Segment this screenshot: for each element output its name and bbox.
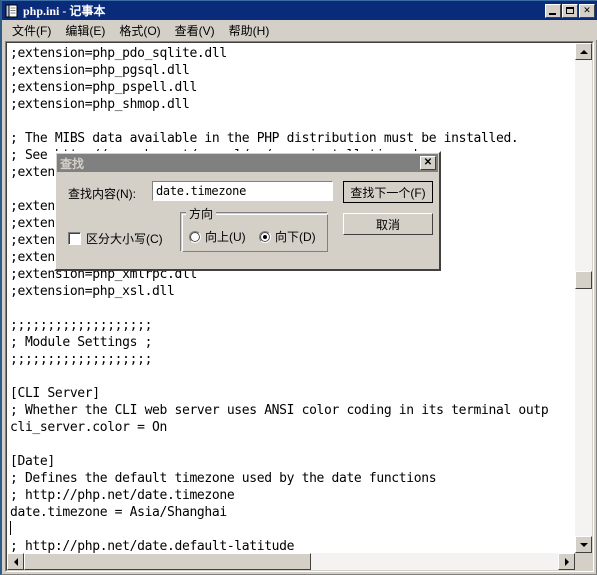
vertical-scrollbar[interactable] (575, 43, 592, 553)
text-line: ;;;;;;;;;;;;;;;;;;; (10, 318, 153, 333)
match-case-checkbox[interactable]: 区分大小写(C) (68, 230, 163, 247)
close-icon: ✕ (583, 5, 591, 15)
text-line: ; http://php.net/date.timezone (10, 488, 235, 503)
text-line (10, 368, 575, 385)
cancel-button[interactable]: 取消 (343, 213, 433, 235)
scroll-up-button[interactable] (575, 43, 592, 60)
text-line: cli_server.color = On (10, 420, 168, 435)
text-line: [Date] (10, 454, 55, 469)
maximize-button[interactable] (562, 3, 578, 18)
scroll-left-arrow-icon (13, 557, 18, 566)
window-caption-buttons: ✕ (545, 3, 595, 18)
horizontal-scrollbar[interactable] (7, 553, 575, 570)
direction-group-legend: 方向 (186, 205, 217, 222)
find-what-label: 查找内容(N): (68, 187, 136, 201)
direction-up-radio[interactable]: 向上(U) (189, 228, 246, 245)
find-dialog-title: 查找 (60, 156, 85, 171)
find-what-input[interactable]: date.timezone (152, 181, 333, 201)
text-caret (10, 521, 11, 535)
radio-icon-up (189, 230, 201, 243)
find-next-button[interactable]: 查找下一个(F) (343, 181, 433, 203)
text-content: ;extension=php_pdo_sqlite.dll ;extension=… (10, 45, 575, 553)
window-title-bar[interactable]: php.ini - 记事本 ✕ (2, 1, 597, 20)
text-line: [CLI Server] (10, 386, 100, 401)
text-line (10, 300, 575, 317)
text-line (10, 436, 575, 453)
text-line: date.timezone = Asia/Shanghai (10, 505, 227, 520)
menu-bar: 文件(F) 编辑(E) 格式(O) 查看(V) 帮助(H) (2, 20, 597, 40)
maximize-icon (566, 7, 574, 14)
menu-item-help[interactable]: 帮助(H) (222, 20, 277, 41)
text-line: ;extension=php_xsl.dll (10, 284, 175, 299)
find-dialog-close-button[interactable]: ✕ (420, 156, 436, 170)
scroll-down-arrow-icon (579, 542, 588, 547)
menu-item-view[interactable]: 查看(V) (168, 20, 222, 41)
window-title: php.ini - 记事本 (23, 4, 106, 18)
close-button[interactable]: ✕ (579, 3, 595, 18)
text-line (10, 521, 575, 538)
editor-frame: ;extension=php_pdo_sqlite.dll ;extension=… (5, 41, 594, 572)
find-dialog-title-bar[interactable]: 查找 ✕ (57, 154, 438, 172)
match-case-label: 区分大小写(C) (86, 232, 163, 246)
scroll-right-button[interactable] (558, 553, 575, 570)
editor-inner: ;extension=php_pdo_sqlite.dll ;extension=… (6, 42, 593, 571)
text-line: ;extension=php_pdo_sqlite.dll (10, 46, 227, 61)
minimize-icon (549, 12, 556, 15)
scroll-down-button[interactable] (575, 536, 592, 553)
close-icon: ✕ (423, 157, 433, 168)
horizontal-scrollbar-thumb[interactable] (24, 553, 311, 570)
find-dialog: 查找 ✕ 查找内容(N): date.timezone 查找下一个(F) 取消 … (54, 151, 441, 271)
text-line: ; Module Settings ; (10, 335, 153, 350)
menu-item-format[interactable]: 格式(O) (112, 20, 167, 41)
text-line: ; http://php.net/date.default-latitude (10, 539, 295, 553)
notepad-icon (5, 4, 19, 18)
cancel-button-label: 取消 (375, 217, 400, 232)
minimize-button[interactable] (545, 3, 561, 18)
direction-down-radio[interactable]: 向下(D) (259, 228, 316, 245)
find-next-button-label: 查找下一个(F) (350, 185, 426, 200)
text-line: ; The MIBS data available in the PHP dis… (10, 131, 519, 146)
text-line: ;;;;;;;;;;;;;;;;;;; (10, 352, 153, 367)
text-line (10, 113, 575, 130)
text-line: ; Defines the default timezone used by t… (10, 471, 437, 486)
vertical-scrollbar-thumb[interactable] (575, 271, 592, 289)
notepad-window: php.ini - 记事本 ✕ 文件(F) 编辑(E) 格式(O) 查看(V) … (0, 0, 597, 575)
menu-item-edit[interactable]: 编辑(E) (58, 20, 112, 41)
checkbox-icon (68, 232, 81, 245)
menu-item-file[interactable]: 文件(F) (5, 20, 58, 41)
text-line: ;extension=php_pspell.dll (10, 80, 197, 95)
scroll-left-button[interactable] (7, 553, 24, 570)
text-line: ; Whether the CLI web server uses ANSI c… (10, 403, 549, 418)
text-editor[interactable]: ;extension=php_pdo_sqlite.dll ;extension=… (7, 43, 575, 553)
text-line: ;extension=php_pgsql.dll (10, 63, 190, 78)
scrollbar-corner (575, 553, 592, 570)
scroll-up-arrow-icon (579, 49, 588, 54)
text-line: ;extension=php_shmop.dll (10, 97, 190, 112)
radio-icon-down (259, 230, 271, 243)
direction-up-label: 向上(U) (205, 230, 246, 244)
direction-down-label: 向下(D) (275, 230, 316, 244)
scroll-right-arrow-icon (564, 557, 569, 566)
